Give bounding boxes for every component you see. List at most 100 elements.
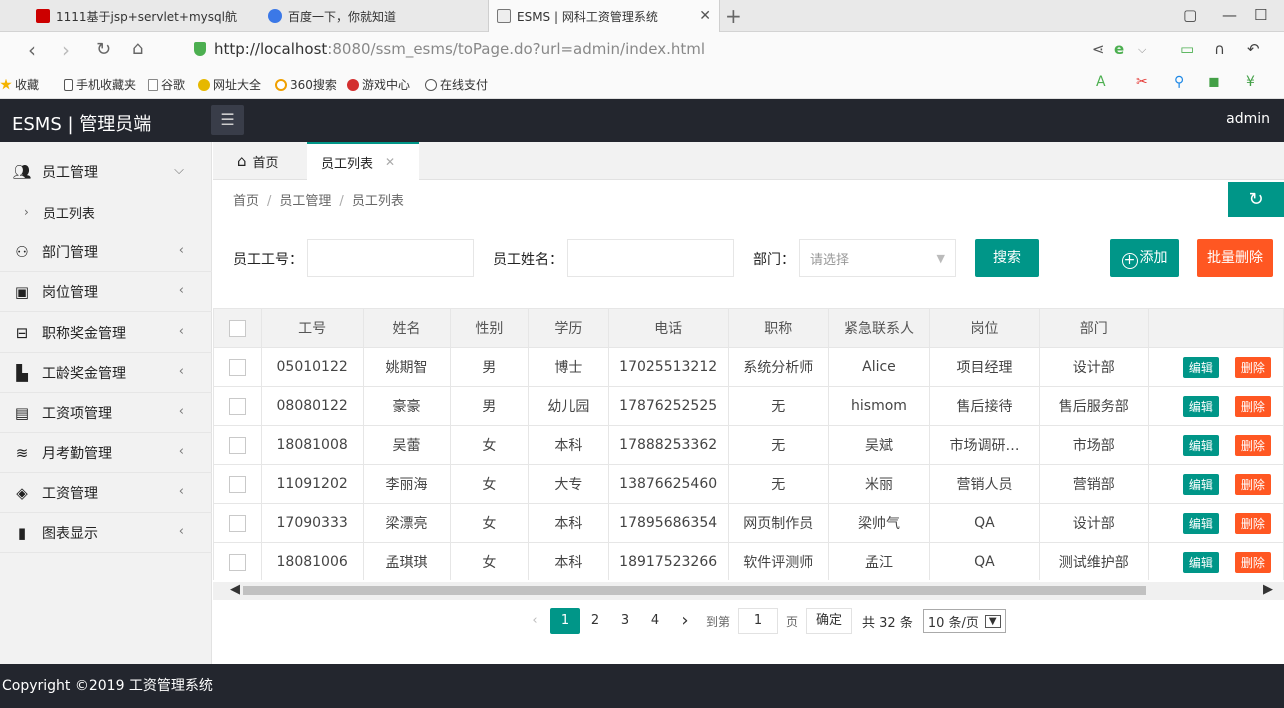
sidebar-item-attendance[interactable]: ≋ 月考勤管理 ‹ [0,433,212,473]
select-all-checkbox[interactable] [228,319,246,337]
bookmark-games[interactable]: 游戏中心 [347,76,410,93]
scroll-right-icon[interactable]: ▶ [1263,582,1273,597]
share-icon[interactable]: ⋖ [1092,40,1105,58]
horizontal-scrollbar[interactable]: ◀ ▶ [213,582,1284,600]
prev-page-icon[interactable]: ‹ [520,608,550,634]
delete-button[interactable]: 删除 [1234,434,1271,456]
sidebar-item-salary[interactable]: ◈ 工资管理 ‹ [0,473,212,513]
home-icon[interactable]: ⌂ [132,38,143,59]
new-tab-plus-icon[interactable]: + [725,4,742,28]
emp-no-input[interactable] [307,239,474,277]
chevron-down-icon[interactable]: ⌵ [1138,43,1146,57]
gamepad-icon[interactable]: ◼ [1208,74,1220,90]
tab-employee-list[interactable]: 员工列表 ✕ [307,142,419,180]
col-header[interactable]: 岗位 [929,308,1040,348]
maximize-icon[interactable]: ☐ [1254,6,1267,24]
col-header[interactable]: 性别 [449,308,530,348]
col-header[interactable]: 部门 [1038,308,1149,348]
row-checkbox[interactable] [228,358,246,376]
refresh-button[interactable]: ↻ [1228,182,1284,217]
table-row: 05010122 姚期智男博士 17025513212 系统分析师 Alice 项目经理设… [213,347,1284,387]
scrollbar-thumb[interactable] [243,586,1146,595]
row-checkbox[interactable] [228,553,246,571]
reload-icon[interactable]: ↻ [96,39,111,60]
search-button[interactable]: 搜索 [975,239,1039,277]
col-header[interactable]: 职称 [727,308,829,348]
edit-button[interactable]: 编辑 [1182,434,1219,456]
back-icon[interactable]: ‹ [28,38,36,62]
sidebar-item-title-bonus[interactable]: ⊟ 职称奖金管理 ‹ [0,313,212,353]
menu-toggle-icon[interactable]: ☰ [211,105,244,135]
delete-button[interactable]: 删除 [1234,395,1271,417]
sidebar-item-departments[interactable]: ⚇ 部门管理 ‹ [0,232,212,272]
sidebar-item-employees[interactable]: 👥︎ 员工管理 ⌵ [0,152,212,192]
bookmark-sites[interactable]: 网址大全 [198,76,261,93]
bookmark-mobile[interactable]: 手机收藏夹 [64,76,136,93]
delete-button[interactable]: 删除 [1234,551,1271,573]
page-4[interactable]: 4 [640,608,670,634]
dept-select[interactable]: 请选择 ▼ [799,239,956,277]
delete-button[interactable]: 删除 [1234,512,1271,534]
bookmark-360search[interactable]: 360搜索 [275,76,337,93]
url-field[interactable]: http://localhost:8080/ssm_esms/toPage.do… [214,40,705,58]
row-checkbox[interactable] [228,397,246,415]
row-checkbox[interactable] [228,475,246,493]
table-cell: Alice [827,347,931,387]
browser-tab-1[interactable]: 1111基于jsp+servlet+mysql航 [28,0,258,32]
next-page-icon[interactable]: › [670,608,700,634]
goto-page-input[interactable]: 1 [738,608,779,634]
tab-home[interactable]: ⌂ 首页 [223,142,293,180]
row-actions: 编辑 删除 [1147,347,1284,387]
forward-icon[interactable]: › [62,38,70,62]
search-icon[interactable]: ⚲ [1174,74,1184,90]
yen-icon[interactable]: ¥ [1246,74,1255,90]
col-header[interactable]: 紧急联系人 [827,308,931,348]
col-header[interactable]: 工号 [260,308,364,348]
undo-icon[interactable]: ↶ [1247,40,1260,58]
scroll-left-icon[interactable]: ◀ [230,582,240,597]
edit-button[interactable]: 编辑 [1182,512,1219,534]
col-header[interactable]: 电话 [607,308,729,348]
bookmark-pay[interactable]: 在线支付 [425,76,488,93]
emp-name-input[interactable] [567,239,734,277]
sidebar-item-seniority-bonus[interactable]: ▙ 工龄奖金管理 ‹ [0,353,212,393]
bookmark-label: 游戏中心 [362,78,411,92]
edit-button[interactable]: 编辑 [1182,356,1219,378]
minimize-icon[interactable]: — [1222,6,1237,24]
batch-delete-button[interactable]: 批量删除 [1197,239,1273,277]
translate-icon[interactable]: A [1096,74,1106,90]
page-2[interactable]: 2 [580,608,610,634]
headphones-icon[interactable]: ∩ [1214,40,1225,58]
bookmark-favorites[interactable]: 收藏 [0,76,39,93]
goto-confirm-button[interactable]: 确定 [806,608,853,634]
breadcrumb-home[interactable]: 首页 [233,194,259,209]
add-button[interactable]: + 添加 [1110,239,1179,277]
row-checkbox[interactable] [228,514,246,532]
scissors-icon[interactable]: ✂ [1136,74,1148,90]
edit-button[interactable]: 编辑 [1182,395,1219,417]
battery-icon[interactable]: ▭ [1180,40,1194,58]
current-user[interactable]: admin [1226,111,1270,127]
breadcrumb-employee-mgmt[interactable]: 员工管理 [279,194,331,209]
page-3[interactable]: 3 [610,608,640,634]
browser-tab-2[interactable]: 百度一下，你就知道 [260,0,488,32]
delete-button[interactable]: 删除 [1234,473,1271,495]
close-tab-icon[interactable]: ✕ [691,8,711,24]
close-icon[interactable]: ✕ [385,155,395,169]
bookmark-google[interactable]: 谷歌 [148,76,185,93]
tshirt-skin-icon[interactable]: ▢ [1183,6,1197,24]
sidebar-item-charts[interactable]: ▮ 图表显示 ‹ [0,513,212,553]
page-size-select[interactable]: 10 条/页 ▼ [922,609,1006,633]
ie-compat-icon[interactable]: e [1114,40,1124,58]
edit-button[interactable]: 编辑 [1182,551,1219,573]
sidebar-item-salary-items[interactable]: ▤ 工资项管理 ‹ [0,393,212,433]
page-1[interactable]: 1 [550,608,580,634]
col-header[interactable]: 学历 [528,308,609,348]
delete-button[interactable]: 删除 [1234,356,1271,378]
browser-tab-3[interactable]: ESMS | 网科工资管理系统 ✕ [488,0,720,32]
row-checkbox[interactable] [228,436,246,454]
edit-button[interactable]: 编辑 [1182,473,1219,495]
col-header[interactable]: 姓名 [362,308,451,348]
sidebar-item-positions[interactable]: ▣ 岗位管理 ‹ [0,272,212,312]
sidebar-subitem-employee-list[interactable]: › 员工列表 [0,192,212,232]
